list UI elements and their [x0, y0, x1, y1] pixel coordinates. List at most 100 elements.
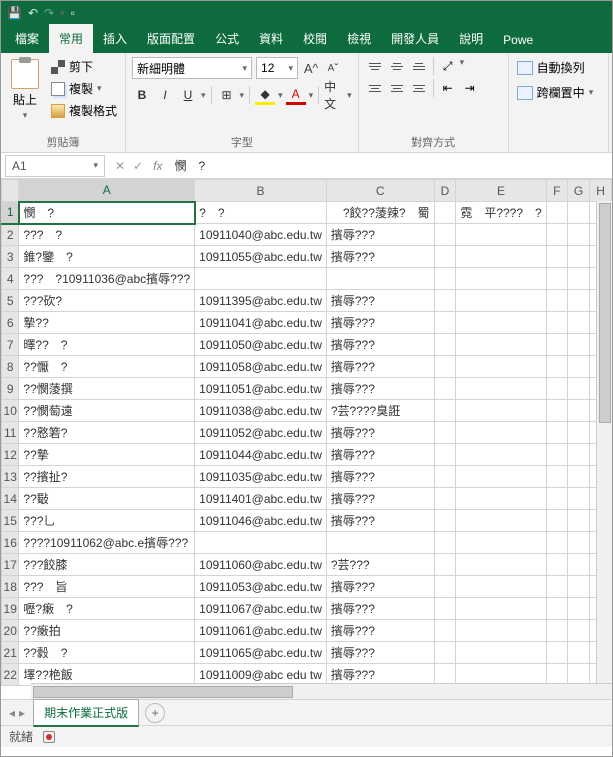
- cell[interactable]: 擯辱???: [326, 488, 434, 510]
- tab-view[interactable]: 檢視: [337, 24, 381, 53]
- cell[interactable]: ? ?: [195, 202, 327, 224]
- wrap-text-button[interactable]: 自動換列: [515, 57, 602, 78]
- cell[interactable]: [456, 334, 546, 356]
- cell[interactable]: [456, 466, 546, 488]
- border-button[interactable]: ⊞: [217, 85, 237, 105]
- row-header[interactable]: 16: [2, 532, 19, 554]
- cell[interactable]: ??懨 ?: [19, 356, 195, 378]
- underline-button[interactable]: U: [178, 85, 198, 105]
- row-header[interactable]: 21: [2, 642, 19, 664]
- cell[interactable]: [546, 400, 567, 422]
- cell[interactable]: [546, 202, 567, 224]
- italic-button[interactable]: I: [155, 85, 175, 105]
- row-header[interactable]: 2: [2, 224, 19, 246]
- scroll-thumb[interactable]: [33, 686, 293, 698]
- cell[interactable]: [567, 378, 589, 400]
- format-painter-button[interactable]: 複製格式: [49, 101, 119, 120]
- cell[interactable]: [567, 224, 589, 246]
- row-header[interactable]: 18: [2, 576, 19, 598]
- cut-button[interactable]: 剪下: [49, 57, 119, 76]
- undo-icon[interactable]: ↶: [28, 6, 38, 20]
- cell[interactable]: 10911044@abc.edu.tw: [195, 444, 327, 466]
- cell[interactable]: 10911035@abc.edu.tw: [195, 466, 327, 488]
- cell[interactable]: 10911046@abc.edu.tw: [195, 510, 327, 532]
- cell[interactable]: 擯辱???: [326, 290, 434, 312]
- cell[interactable]: 10911065@abc.edu.tw: [195, 642, 327, 664]
- cell[interactable]: [434, 246, 456, 268]
- font-color-button[interactable]: A: [286, 85, 306, 105]
- cell[interactable]: [326, 268, 434, 290]
- cell[interactable]: ??? 旨: [19, 576, 195, 598]
- cell[interactable]: [434, 466, 456, 488]
- copy-button[interactable]: 複製▾: [49, 79, 119, 98]
- cell[interactable]: [567, 268, 589, 290]
- cell[interactable]: [456, 576, 546, 598]
- column-header[interactable]: E: [456, 180, 546, 202]
- cell[interactable]: ???乚: [19, 510, 195, 532]
- tab-formula[interactable]: 公式: [205, 24, 249, 53]
- row-header[interactable]: 19: [2, 598, 19, 620]
- cell[interactable]: 憫 ?: [19, 202, 195, 224]
- cell[interactable]: [567, 620, 589, 642]
- cell[interactable]: 10911060@abc.edu.tw: [195, 554, 327, 576]
- column-header[interactable]: F: [546, 180, 567, 202]
- cell[interactable]: 10911067@abc.edu.tw: [195, 598, 327, 620]
- cell[interactable]: [434, 620, 456, 642]
- cell[interactable]: [546, 444, 567, 466]
- cell[interactable]: [195, 532, 327, 554]
- cell[interactable]: 10911058@abc.edu.tw: [195, 356, 327, 378]
- phonetic-button[interactable]: 中文: [324, 85, 344, 105]
- cell[interactable]: [567, 312, 589, 334]
- cell[interactable]: 摯??: [19, 312, 195, 334]
- cell[interactable]: [546, 598, 567, 620]
- cell[interactable]: [567, 576, 589, 598]
- cell[interactable]: [434, 510, 456, 532]
- sheet-tab[interactable]: 期末作業正式版: [33, 699, 139, 727]
- cell[interactable]: [434, 312, 456, 334]
- cell[interactable]: [567, 422, 589, 444]
- cell[interactable]: [546, 466, 567, 488]
- cell[interactable]: ??豰 ?: [19, 642, 195, 664]
- cell[interactable]: [546, 334, 567, 356]
- cell[interactable]: [546, 268, 567, 290]
- cell[interactable]: 10911061@abc.edu.tw: [195, 620, 327, 642]
- cell[interactable]: [567, 334, 589, 356]
- row-header[interactable]: 17: [2, 554, 19, 576]
- cell[interactable]: [546, 576, 567, 598]
- cell[interactable]: 擯辱???: [326, 334, 434, 356]
- cell[interactable]: [567, 444, 589, 466]
- bold-button[interactable]: B: [132, 85, 152, 105]
- cell[interactable]: 霓 平???? ?: [456, 202, 546, 224]
- cell[interactable]: ??憫蔆撰: [19, 378, 195, 400]
- row-header[interactable]: 12: [2, 444, 19, 466]
- cell[interactable]: ??憫萄遠: [19, 400, 195, 422]
- cell[interactable]: 錐?鑒 ?: [19, 246, 195, 268]
- cell[interactable]: 曎?? ?: [19, 334, 195, 356]
- cell[interactable]: [456, 444, 546, 466]
- cell[interactable]: 擯辱???: [326, 422, 434, 444]
- cell[interactable]: [326, 532, 434, 554]
- row-header[interactable]: 9: [2, 378, 19, 400]
- cell[interactable]: 擯辱???: [326, 620, 434, 642]
- cell[interactable]: [546, 312, 567, 334]
- cell[interactable]: 擯辱???: [326, 576, 434, 598]
- cell[interactable]: [456, 246, 546, 268]
- cell[interactable]: [456, 312, 546, 334]
- worksheet-grid[interactable]: ABCDEFGH1憫 ?? ? ?餃??蔆辣? 蜀霓 平???? ?2??? ?…: [1, 179, 612, 699]
- cell[interactable]: [546, 290, 567, 312]
- cell[interactable]: 10911038@abc.edu.tw: [195, 400, 327, 422]
- tab-review[interactable]: 校閱: [293, 24, 337, 53]
- cell[interactable]: [456, 400, 546, 422]
- accept-formula-icon[interactable]: ✓: [133, 159, 143, 173]
- grow-font-button[interactable]: A^: [302, 57, 320, 79]
- cell[interactable]: [567, 488, 589, 510]
- cell[interactable]: [546, 356, 567, 378]
- cell[interactable]: [434, 290, 456, 312]
- cell[interactable]: ???砍?: [19, 290, 195, 312]
- cell[interactable]: ??? ?: [19, 224, 195, 246]
- vertical-scrollbar[interactable]: [596, 201, 612, 683]
- row-header[interactable]: 1: [2, 202, 19, 224]
- paste-dropdown-icon[interactable]: ▾: [23, 110, 28, 121]
- cell[interactable]: [546, 422, 567, 444]
- merge-center-button[interactable]: 跨欄置中▾: [515, 82, 602, 103]
